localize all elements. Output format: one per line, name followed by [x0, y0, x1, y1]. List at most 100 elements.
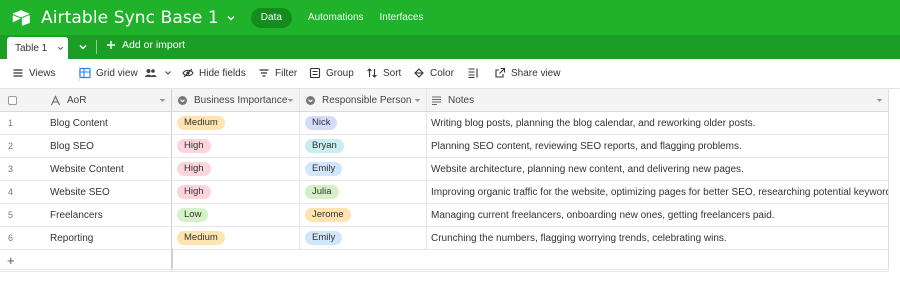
single-select-icon: [306, 95, 315, 105]
aor-text: Blog SEO: [50, 140, 94, 152]
row-number[interactable]: 2: [0, 135, 40, 157]
chevron-down-icon: [164, 71, 171, 75]
table-row[interactable]: 2 Blog SEO High Bryan Planning SEO content, …: [0, 135, 889, 158]
nav-interfaces-tab[interactable]: Interfaces: [380, 12, 424, 23]
person-tag: Emily: [305, 162, 343, 176]
row-height-button[interactable]: [467, 67, 484, 79]
cell-aor[interactable]: Reporting: [40, 227, 172, 249]
chevron-down-icon[interactable]: [287, 97, 294, 104]
notes-text: Website architecture, planning new conte…: [431, 163, 744, 175]
cell-business-importance[interactable]: High: [172, 135, 300, 157]
notes-text: Writing blog posts, planning the blog ca…: [431, 117, 756, 129]
share-view-button[interactable]: Share view: [494, 67, 560, 79]
views-button[interactable]: Views: [12, 67, 56, 79]
table-tab-label: Table 1: [15, 42, 48, 54]
filter-button[interactable]: Filter: [258, 67, 297, 79]
hide-fields-button[interactable]: Hide fields: [182, 67, 246, 79]
data-grid: AoR Business Importance Responsible Pers…: [0, 89, 889, 272]
cell-notes[interactable]: Crunching the numbers, flagging worrying…: [427, 227, 889, 249]
nav-data-tab[interactable]: Data: [250, 7, 292, 28]
cell-aor[interactable]: Blog SEO: [40, 135, 172, 157]
column-header-business-importance[interactable]: Business Importance: [172, 89, 300, 111]
row-number-label: 4: [8, 187, 14, 197]
grid-view-button[interactable]: Grid view: [79, 67, 177, 79]
column-header-notes[interactable]: Notes: [427, 89, 889, 111]
cell-notes[interactable]: Managing current freelancers, onboarding…: [427, 204, 889, 226]
cell-responsible-person[interactable]: Bryan: [300, 135, 427, 157]
person-tag: Jerome: [305, 208, 351, 222]
group-button[interactable]: Group: [309, 67, 354, 79]
table-row[interactable]: 1 Blog Content Medium Nick Writing blog post…: [0, 112, 889, 135]
table-tab[interactable]: Table 1: [7, 37, 68, 59]
row-number-label: 6: [8, 233, 14, 243]
row-number[interactable]: 5: [0, 204, 40, 226]
cell-responsible-person[interactable]: Emily: [300, 158, 427, 180]
importance-tag: Low: [177, 208, 209, 222]
cell-aor[interactable]: Freelancers: [40, 204, 172, 226]
nav-automations-tab[interactable]: Automations: [308, 12, 364, 23]
column-header-aor[interactable]: AoR: [40, 89, 172, 111]
cell-aor[interactable]: Website SEO: [40, 181, 172, 203]
table-row[interactable]: 5 Freelancers Low Jerome Managing current fr…: [0, 204, 889, 227]
person-tag: Emily: [305, 231, 343, 245]
chevron-down-icon[interactable]: [159, 97, 166, 104]
column-header-label: Business Importance: [194, 94, 288, 106]
select-all-checkbox[interactable]: [8, 95, 17, 105]
menu-icon: [13, 69, 23, 77]
column-header-label: Responsible Person: [322, 94, 412, 106]
chevron-down-icon[interactable]: [77, 41, 89, 53]
row-number[interactable]: 4: [0, 181, 40, 203]
airtable-logo-icon[interactable]: [12, 9, 30, 27]
chevron-down-icon[interactable]: [225, 12, 237, 24]
person-tag: Nick: [305, 116, 338, 130]
users-icon: [144, 69, 157, 77]
row-number-label: 3: [8, 164, 14, 174]
sort-label: Sort: [383, 67, 402, 79]
column-header-label: Notes: [448, 94, 475, 106]
paint-bucket-icon: [414, 68, 424, 78]
color-label: Color: [430, 67, 454, 79]
cell-notes[interactable]: Website architecture, planning new conte…: [427, 158, 889, 180]
row-number[interactable]: 1: [0, 112, 40, 134]
add-or-import-button[interactable]: Add or import: [106, 39, 185, 51]
table-tab-bar: Table 1 Add or import: [0, 35, 900, 59]
cell-notes[interactable]: Writing blog posts, planning the blog ca…: [427, 112, 889, 134]
table-row[interactable]: 3 Website Content High Emily Website archite…: [0, 158, 889, 181]
cell-aor[interactable]: Website Content: [40, 158, 172, 180]
group-icon: [309, 67, 321, 79]
cell-business-importance[interactable]: Low: [172, 204, 300, 226]
base-title[interactable]: Airtable Sync Base 1: [41, 8, 219, 28]
sort-icon: [367, 68, 377, 78]
importance-tag: High: [177, 185, 211, 199]
cell-business-importance[interactable]: High: [172, 158, 300, 180]
cell-responsible-person[interactable]: Emily: [300, 227, 427, 249]
column-header-label: AoR: [67, 94, 87, 106]
column-header-responsible-person[interactable]: Responsible Person: [300, 89, 427, 111]
chevron-down-icon[interactable]: [56, 44, 65, 53]
person-tag: Bryan: [305, 139, 344, 153]
cell-business-importance[interactable]: High: [172, 181, 300, 203]
cell-business-importance[interactable]: Medium: [172, 227, 300, 249]
hide-fields-label: Hide fields: [199, 67, 246, 79]
sort-button[interactable]: Sort: [366, 67, 401, 79]
notes-text: Planning SEO content, reviewing SEO repo…: [431, 140, 742, 152]
chevron-down-icon[interactable]: [414, 97, 421, 104]
notes-text: Improving organic traffic for the websit…: [431, 186, 889, 198]
row-number[interactable]: 6: [0, 227, 40, 249]
color-button[interactable]: Color: [413, 67, 454, 79]
cell-notes[interactable]: Improving organic traffic for the websit…: [427, 181, 889, 203]
cell-responsible-person[interactable]: Julia: [300, 181, 427, 203]
row-number[interactable]: 3: [0, 158, 40, 180]
cell-notes[interactable]: Planning SEO content, reviewing SEO repo…: [427, 135, 889, 157]
add-or-import-label: Add or import: [122, 39, 186, 51]
grid-body: 1 Blog Content Medium Nick Writing blog post…: [0, 112, 889, 250]
table-row[interactable]: 4 Website SEO High Julia Improving organic t…: [0, 181, 889, 204]
cell-aor[interactable]: Blog Content: [40, 112, 172, 134]
importance-tag: High: [177, 139, 211, 153]
chevron-down-icon[interactable]: [876, 97, 883, 104]
cell-responsible-person[interactable]: Nick: [300, 112, 427, 134]
cell-business-importance[interactable]: Medium: [172, 112, 300, 134]
cell-responsible-person[interactable]: Jerome: [300, 204, 427, 226]
select-all-cell[interactable]: [0, 89, 40, 111]
table-row[interactable]: 6 Reporting Medium Emily Crunching the numbe…: [0, 227, 889, 250]
